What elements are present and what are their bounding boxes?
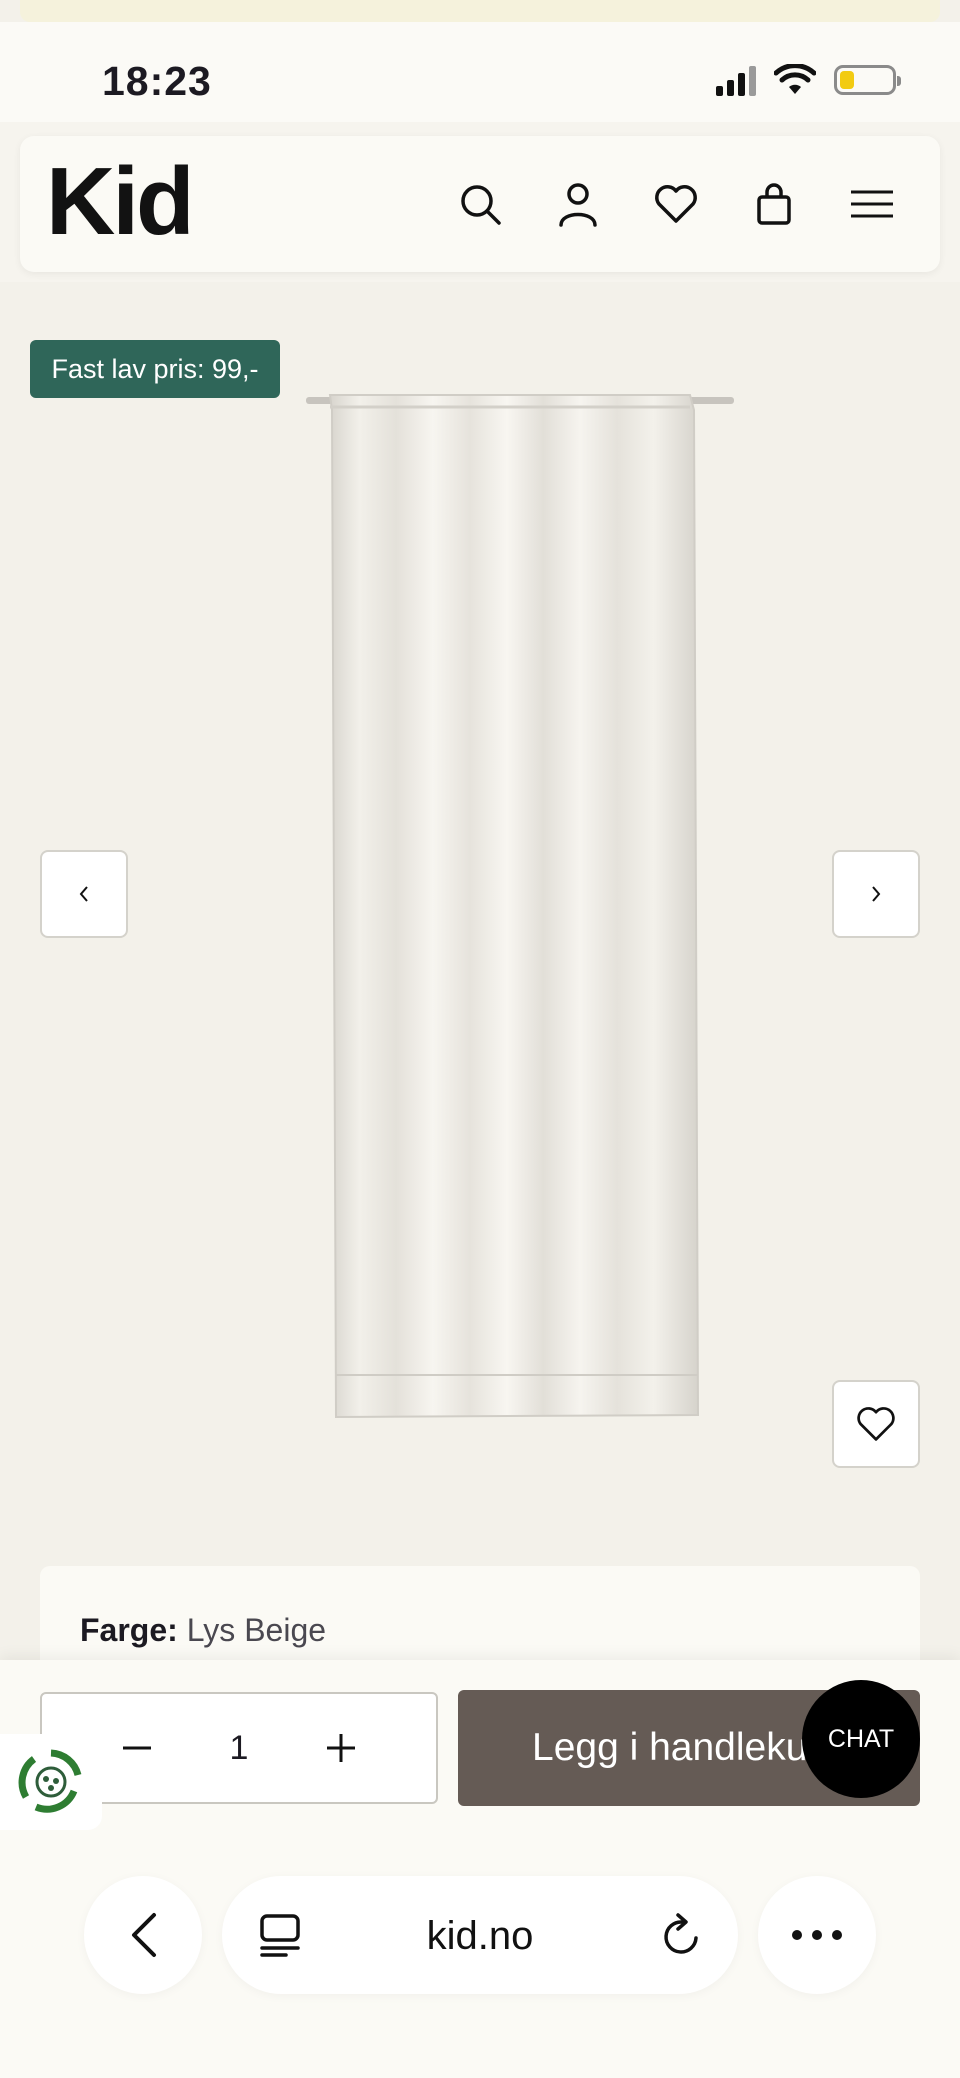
browser-back-button[interactable] [84,1876,202,1994]
chevron-right-icon [872,886,881,902]
menu-button[interactable] [844,176,900,232]
battery-icon [834,65,901,95]
color-label: Farge: [80,1612,178,1648]
status-icons [716,64,901,96]
kid-logo[interactable]: Kid [46,154,195,250]
price-badge: Fast lav pris: 99,- [30,340,280,398]
color-value: Lys Beige [186,1612,327,1648]
reload-icon[interactable] [660,1912,704,1958]
minus-icon [123,1746,151,1750]
add-to-wishlist-button[interactable] [832,1380,920,1468]
status-time: 18:23 [102,58,212,104]
chevron-left-icon [132,1913,156,1957]
wifi-icon [774,64,816,94]
plus-icon [327,1734,355,1762]
quantity-value[interactable]: 1 [224,1729,254,1768]
decrease-quantity-button[interactable] [112,1723,162,1773]
chevron-left-icon [79,886,88,902]
address-bar[interactable]: kid.no [222,1876,738,1994]
header-actions [452,176,900,232]
curtain-product-image[interactable] [300,385,740,1425]
status-bar: 18:23 [0,22,960,122]
previous-image-button[interactable] [40,850,128,938]
next-image-button[interactable] [832,850,920,938]
cellular-signal-icon [716,64,756,96]
color-info: Farge: Lys Beige [80,1612,326,1649]
more-dots-icon [792,1930,842,1940]
shopping-bag-icon [757,183,791,225]
search-button[interactable] [452,176,508,232]
more-options-button[interactable] [758,1876,876,1994]
account-button[interactable] [550,176,606,232]
recycle-icon [18,1749,82,1813]
eco-badge[interactable] [0,1734,102,1830]
search-icon [461,185,501,225]
top-banner-strip [20,0,940,22]
chat-button[interactable]: CHAT [802,1680,920,1798]
user-icon [559,183,597,227]
wishlist-button[interactable] [648,176,704,232]
heart-icon [655,185,697,223]
site-header: Kid [20,136,940,272]
increase-quantity-button[interactable] [316,1723,366,1773]
heart-icon [857,1407,895,1441]
cart-button[interactable] [746,176,802,232]
hamburger-menu-icon [851,190,893,218]
